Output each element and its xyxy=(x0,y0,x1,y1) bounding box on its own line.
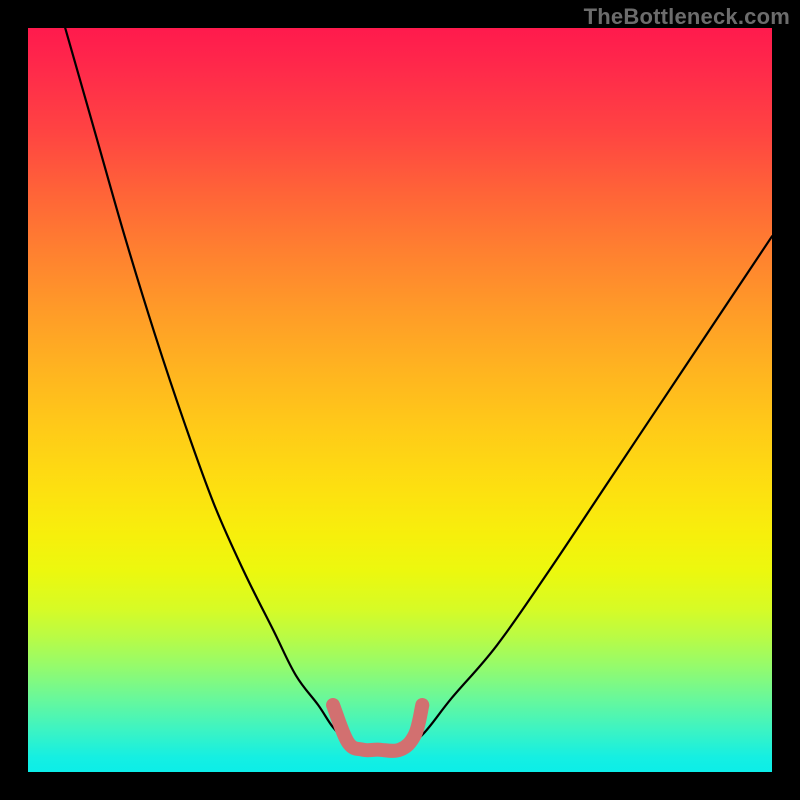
bottleneck-curve xyxy=(28,28,772,772)
chart-frame: TheBottleneck.com xyxy=(0,0,800,800)
plot-area xyxy=(28,28,772,772)
bottleneck-curve-path xyxy=(65,28,772,751)
minimum-marker xyxy=(333,705,422,751)
watermark-label: TheBottleneck.com xyxy=(584,4,790,30)
